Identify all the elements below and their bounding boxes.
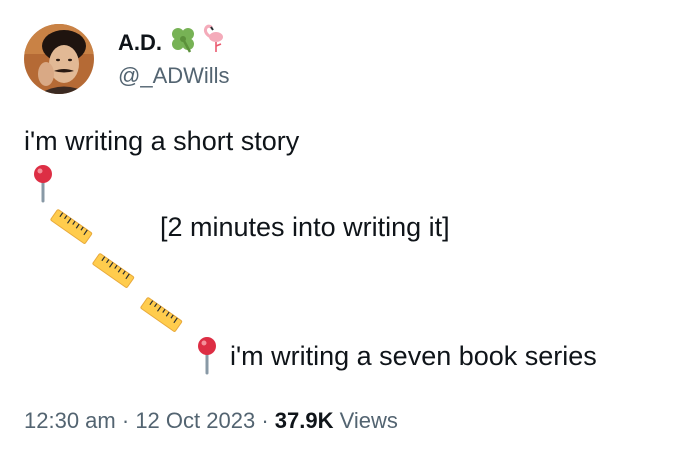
tweet-meta: 12:30 am · 12 Oct 2023 · 37.9K Views — [24, 406, 398, 436]
tweet-text-line-end: i'm writing a seven book series — [230, 341, 597, 371]
views-count[interactable]: 37.9K — [275, 408, 334, 433]
four-leaf-clover-icon — [168, 24, 198, 62]
views-label: Views — [339, 408, 398, 433]
meta-separator: · — [261, 408, 269, 433]
straight-ruler-icon — [48, 204, 94, 255]
avatar[interactable] — [24, 24, 94, 94]
straight-ruler-icon — [90, 248, 136, 299]
tweet-date[interactable]: 12 Oct 2023 — [135, 408, 255, 433]
tweet-card: A.D. @_ADWills i'm writing a short story… — [0, 0, 686, 466]
tweet-time[interactable]: 12:30 am — [24, 408, 116, 433]
tweet-text-bracket: [2 minutes into writing it] — [160, 212, 450, 242]
tweet-text-line-1: i'm writing a short story — [24, 126, 300, 156]
flamingo-icon — [200, 24, 226, 62]
display-name-text: A.D. — [118, 30, 162, 55]
meta-separator: · — [121, 408, 130, 433]
display-name[interactable]: A.D. — [118, 24, 226, 62]
round-pushpin-icon — [30, 163, 56, 210]
straight-ruler-icon — [138, 292, 184, 343]
round-pushpin-icon — [194, 335, 220, 382]
handle[interactable]: @_ADWills — [118, 62, 230, 90]
